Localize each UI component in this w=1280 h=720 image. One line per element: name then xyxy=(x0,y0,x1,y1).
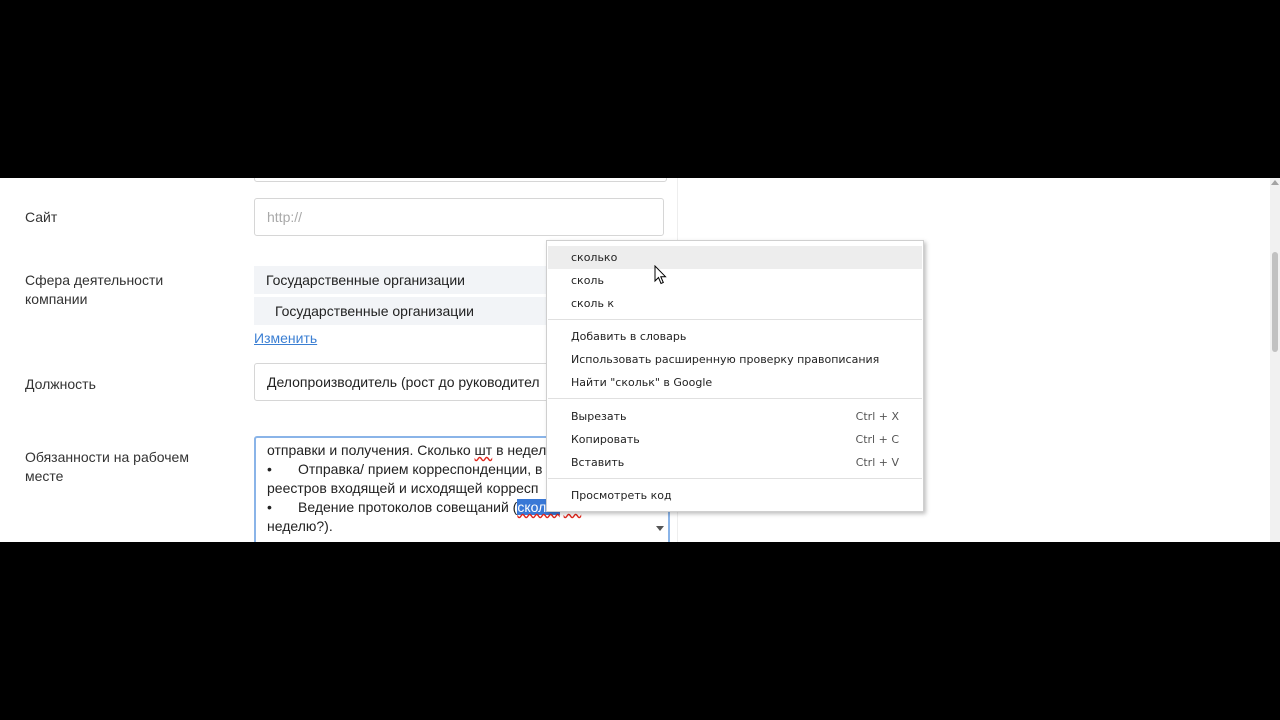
duties-label: Обязанности на рабочем месте xyxy=(25,448,189,486)
sphere-label-line1: Сфера деятельности xyxy=(25,272,164,288)
inspect-item[interactable]: Просмотреть код xyxy=(548,484,922,507)
duties-line-3: реестров входящей и исходящей корресп xyxy=(267,480,539,496)
previous-field[interactable] xyxy=(254,178,667,182)
duties-label-line1: Обязанности на рабочем xyxy=(25,449,189,465)
context-menu: сколько сколь сколь к Добавить в словарь… xyxy=(546,240,924,512)
scroll-up-arrow-icon[interactable] xyxy=(1271,180,1279,185)
duties-label-line2: месте xyxy=(25,468,64,484)
duties-bullet-1: • xyxy=(267,461,272,477)
misspelled-word: шт xyxy=(474,442,493,458)
suggestion-skol-k[interactable]: сколь к xyxy=(548,292,922,315)
menu-separator xyxy=(548,398,922,399)
sphere-label: Сфера деятельности компании xyxy=(25,271,163,309)
page-scrollbar[interactable] xyxy=(1270,178,1280,542)
duties-line-5: неделю?). xyxy=(267,518,333,534)
menu-separator xyxy=(548,478,922,479)
duties-bullet-2: • xyxy=(267,499,272,515)
site-input[interactable]: http:// xyxy=(254,198,664,236)
scroll-thumb[interactable] xyxy=(1272,252,1278,352)
duties-line-1: отправки и получения. Сколько шт в недел xyxy=(267,442,547,458)
sphere-label-line2: компании xyxy=(25,291,88,307)
suggestion-skol[interactable]: сколь xyxy=(548,269,922,292)
cut-item[interactable]: Вырезать Ctrl + X xyxy=(548,405,922,428)
advanced-spellcheck-item[interactable]: Использовать расширенную проверку правоп… xyxy=(548,348,922,371)
textarea-scroll-down-icon[interactable] xyxy=(656,526,664,531)
suggestion-skolko[interactable]: сколько xyxy=(548,246,922,269)
menu-separator xyxy=(548,319,922,320)
mouse-cursor-icon xyxy=(654,265,667,285)
position-label: Должность xyxy=(25,376,96,392)
duties-line-2: Отправка/ прием корреспонденции, в xyxy=(298,461,543,477)
add-to-dictionary-item[interactable]: Добавить в словарь xyxy=(548,325,922,348)
paste-item[interactable]: Вставить Ctrl + V xyxy=(548,451,922,474)
copy-item[interactable]: Копировать Ctrl + C xyxy=(548,428,922,451)
search-google-item[interactable]: Найти "скольк" в Google xyxy=(548,371,922,394)
site-label: Сайт xyxy=(25,209,58,225)
change-sphere-link[interactable]: Изменить xyxy=(254,330,317,346)
